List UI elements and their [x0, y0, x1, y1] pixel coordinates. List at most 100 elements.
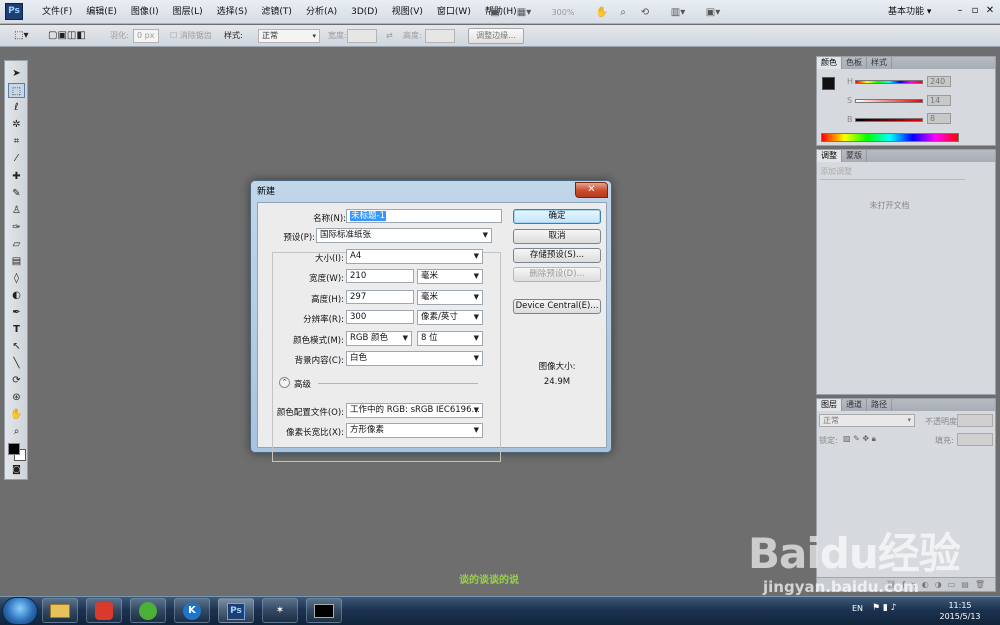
antialias-checkbox[interactable]: ☐ 消除锯齿 — [170, 29, 212, 43]
clone-stamp-icon[interactable]: ♙ — [8, 203, 25, 218]
blur-tool-icon[interactable]: ◊ — [8, 271, 25, 286]
quick-mask-icon[interactable]: ◙ — [8, 463, 25, 478]
color-mode-select[interactable]: RGB 颜色 ▼ — [346, 331, 412, 346]
menu-view[interactable]: 视图(V) — [385, 0, 430, 24]
resolution-input[interactable]: 300 — [346, 310, 414, 324]
hue-value[interactable]: 240 — [927, 76, 951, 87]
bridge-icon[interactable]: ▣ — [488, 4, 502, 20]
close-icon[interactable]: ✕ — [983, 4, 997, 18]
crop-tool-icon[interactable]: ⌗ — [8, 134, 25, 149]
cmd-icon[interactable] — [306, 598, 342, 623]
fill-input[interactable] — [957, 433, 993, 446]
tab-masks[interactable]: 蒙版 — [842, 150, 867, 162]
brush-tool-icon[interactable]: ✎ — [8, 186, 25, 201]
app-icon-star[interactable]: ✶ — [262, 598, 298, 623]
photoshop-taskbar-icon[interactable]: Ps — [218, 598, 254, 623]
lasso-tool-icon[interactable]: ℓ — [8, 100, 25, 115]
height-unit-select[interactable]: 毫米 ▼ — [417, 290, 483, 305]
tab-styles[interactable]: 样式 — [867, 57, 892, 69]
workspace-switcher[interactable]: 基本功能 ▾ — [888, 0, 931, 24]
rotate-view-icon[interactable]: ⟲ — [638, 4, 652, 20]
menu-window[interactable]: 窗口(W) — [430, 0, 478, 24]
move-tool-icon[interactable]: ➤ — [8, 66, 25, 81]
line-tool-icon[interactable]: ╲ — [8, 356, 25, 371]
save-preset-button[interactable]: 存储预设(S)... — [513, 248, 601, 263]
pen-tool-icon[interactable]: ✒ — [8, 305, 25, 320]
screen-mode-icon[interactable]: ▣▾ — [700, 4, 726, 20]
width-input[interactable]: 210 — [346, 269, 414, 283]
language-indicator[interactable]: EN — [852, 604, 863, 613]
menu-file[interactable]: 文件(F) — [35, 0, 79, 24]
app-icon-green[interactable] — [130, 598, 166, 623]
tab-channels[interactable]: 通道 — [842, 399, 867, 411]
eyedropper-icon[interactable]: ⁄ — [8, 151, 25, 166]
width-unit-select[interactable]: 毫米 ▼ — [417, 269, 483, 284]
selection-mode-icons[interactable]: ▢▣◫◧ — [48, 29, 86, 43]
tab-layers[interactable]: 图层 — [817, 399, 842, 411]
maximize-icon[interactable]: ▫ — [968, 4, 982, 18]
size-select[interactable]: A4 ▼ — [346, 249, 483, 264]
cancel-button[interactable]: 取消 — [513, 229, 601, 244]
minimize-icon[interactable]: – — [953, 4, 967, 18]
refine-edge-button[interactable]: 调整边缘... — [468, 28, 524, 44]
hue-slider[interactable] — [855, 80, 923, 84]
name-input[interactable]: 未标题-1 — [346, 209, 502, 223]
view-extras-icon[interactable]: ▦▾ — [512, 4, 536, 20]
foreground-color-swatch[interactable] — [8, 443, 20, 455]
tab-swatches[interactable]: 色板 — [842, 57, 867, 69]
tab-color[interactable]: 颜色 — [817, 57, 842, 69]
zoom-icon[interactable]: ⌕ — [616, 4, 630, 20]
feather-input[interactable]: 0 px — [133, 29, 159, 43]
opacity-input[interactable] — [957, 414, 993, 427]
style-select[interactable]: 正常 ▾ — [258, 29, 320, 43]
brightness-slider[interactable] — [855, 118, 923, 122]
blend-mode-select[interactable]: 正常 ▾ — [819, 414, 915, 427]
fg-color-swatch[interactable] — [822, 77, 835, 90]
background-select[interactable]: 白色 ▼ — [346, 351, 483, 366]
color-swatches[interactable] — [7, 441, 27, 463]
type-tool-icon[interactable]: T — [8, 322, 25, 337]
magic-wand-icon[interactable]: ✲ — [8, 117, 25, 132]
tab-paths[interactable]: 路径 — [867, 399, 892, 411]
saturation-slider[interactable] — [855, 99, 923, 103]
brightness-value[interactable]: 8 — [927, 113, 951, 124]
clock[interactable]: 11:15 2015/5/13 — [930, 600, 990, 622]
dialog-close-button[interactable]: ✕ — [575, 182, 608, 198]
menu-layer[interactable]: 图层(L) — [166, 0, 210, 24]
tray-icons[interactable]: ⚑ ▮ ♪ — [872, 603, 897, 613]
dodge-tool-icon[interactable]: ◐ — [8, 288, 25, 303]
menu-analysis[interactable]: 分析(A) — [299, 0, 344, 24]
ok-button[interactable]: 确定 — [513, 209, 601, 224]
explorer-icon[interactable] — [42, 598, 78, 623]
marquee-tool-icon[interactable]: ⬚ — [8, 83, 25, 98]
resolution-unit-select[interactable]: 像素/英寸 ▼ — [417, 310, 483, 325]
hand-icon[interactable]: ✋ — [595, 4, 609, 20]
arrange-documents-icon[interactable]: ▥▾ — [665, 4, 691, 20]
app-icon-red[interactable] — [86, 598, 122, 623]
preset-select[interactable]: 国际标准纸张 ▼ — [316, 228, 492, 243]
eraser-tool-icon[interactable]: ▱ — [8, 237, 25, 252]
color-ramp[interactable] — [821, 133, 959, 142]
zoom-level[interactable]: 300% — [543, 4, 583, 20]
color-profile-select[interactable]: 工作中的 RGB: sRGB IEC6196... ▼ — [346, 403, 483, 418]
lock-icons[interactable]: ▨ ✎ ✥ 🔒︎ — [843, 434, 876, 444]
height-input[interactable]: 297 — [346, 290, 414, 304]
gradient-tool-icon[interactable]: ▤ — [8, 254, 25, 269]
saturation-value[interactable]: 14 — [927, 95, 951, 106]
3d-rotate-icon[interactable]: ⟳ — [8, 373, 25, 388]
menu-image[interactable]: 图像(I) — [124, 0, 166, 24]
bit-depth-select[interactable]: 8 位 ▼ — [417, 331, 483, 346]
menu-edit[interactable]: 编辑(E) — [79, 0, 124, 24]
tab-adjustments[interactable]: 调整 — [817, 150, 842, 162]
delete-preset-button[interactable]: 删除预设(D)... — [513, 267, 601, 282]
width-input[interactable] — [347, 29, 377, 43]
zoom-tool-icon[interactable]: ⌕ — [8, 424, 25, 439]
swap-icon[interactable]: ⇄ — [386, 29, 393, 43]
marquee-preset-icon[interactable]: ⬚▾ — [14, 29, 28, 43]
start-button[interactable] — [2, 597, 38, 625]
menu-select[interactable]: 选择(S) — [210, 0, 255, 24]
hand-tool-icon[interactable]: ✋ — [8, 407, 25, 422]
menu-filter[interactable]: 滤镜(T) — [254, 0, 299, 24]
3d-orbit-icon[interactable]: ⊛ — [8, 390, 25, 405]
app-icon-k[interactable]: K — [174, 598, 210, 623]
